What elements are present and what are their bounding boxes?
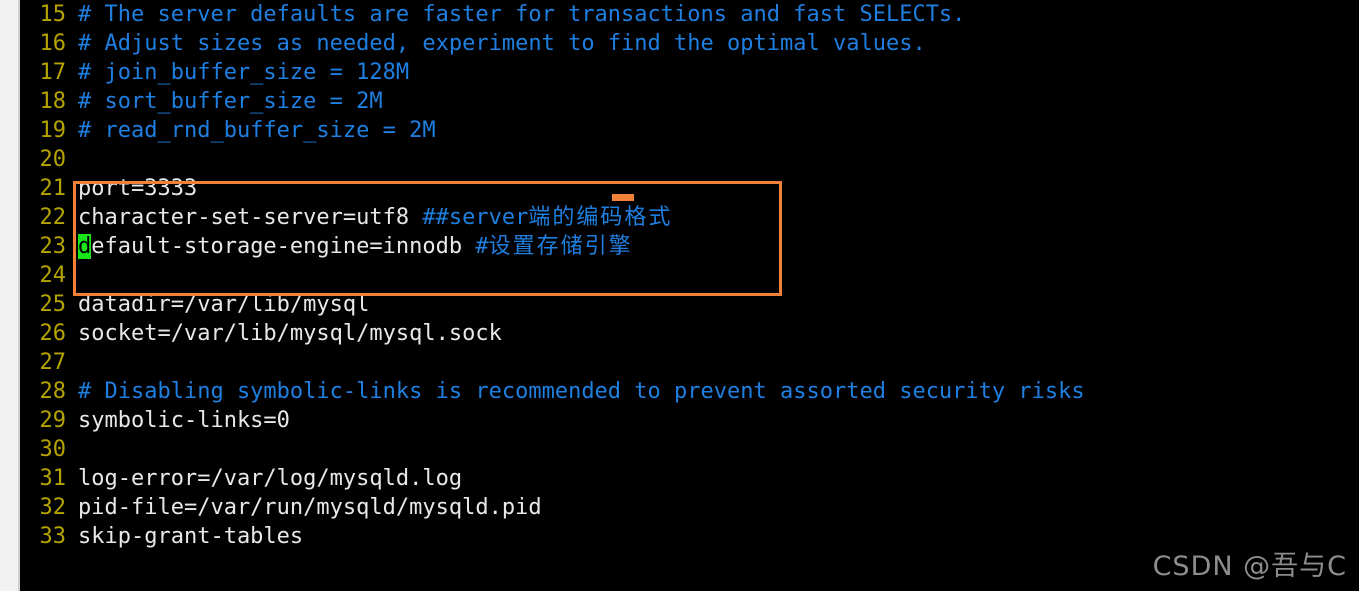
line-number: 18 [39, 89, 67, 114]
line-content: # The server defaults are faster for tra… [66, 0, 965, 29]
editor-line[interactable]: 21 port=3333 [20, 174, 1359, 203]
line-number: 16 [39, 31, 67, 56]
terminal-screen: 14# Remove leading # to set options main… [0, 0, 1359, 591]
code-segment: # sort_buffer_size = 2M [78, 89, 383, 114]
line-number: 32 [39, 495, 67, 520]
editor-line[interactable]: 23 default-storage-engine=innodb #设置存储引擎 [20, 232, 1359, 261]
code-segment: # join_buffer_size = 128M [78, 60, 410, 85]
line-number: 30 [39, 437, 67, 462]
editor-line[interactable]: 31 log-error=/var/log/mysqld.log [20, 464, 1359, 493]
line-number: 28 [39, 379, 67, 404]
code-segment: ##server [422, 205, 529, 230]
code-segment: 设置存储引擎 [488, 234, 633, 259]
line-content: pid-file=/var/run/mysqld/mysqld.pid [66, 493, 542, 522]
code-segment: pid-file=/var/run/mysqld/mysqld.pid [78, 495, 542, 520]
editor-line[interactable]: 22 character-set-server=utf8 ##server端的编码… [20, 203, 1359, 232]
line-number: 19 [39, 118, 67, 143]
line-content: symbolic-links=0 [66, 406, 290, 435]
window-left-edge-strip [0, 0, 18, 591]
line-number: 20 [39, 147, 67, 172]
code-segment: symbolic-links=0 [78, 408, 290, 433]
code-segment: # The server defaults are faster for tra… [78, 2, 966, 27]
line-number: 31 [39, 466, 67, 491]
line-number: 27 [39, 350, 67, 375]
editor-line[interactable]: 25 datadir=/var/lib/mysql [20, 290, 1359, 319]
line-number: 24 [39, 263, 67, 288]
line-number: 33 [39, 524, 67, 549]
line-number: 25 [39, 292, 67, 317]
editor-line[interactable]: 30 [20, 435, 1359, 464]
line-number: 21 [39, 176, 67, 201]
editor-line[interactable]: 20 [20, 145, 1359, 174]
line-content: skip-grant-tables [66, 522, 303, 551]
line-content: character-set-server=utf8 ##server端的编码格式 [66, 203, 672, 232]
editor-line[interactable]: 28 # Disabling symbolic-links is recommen… [20, 377, 1359, 406]
line-content: default-storage-engine=innodb #设置存储引擎 [66, 232, 633, 261]
editor-line[interactable]: 16 # Adjust sizes as needed, experiment t… [20, 29, 1359, 58]
line-number: 29 [39, 408, 67, 433]
editor-line[interactable]: 24 [20, 261, 1359, 290]
text-cursor-block: d [78, 234, 92, 259]
line-content: # join_buffer_size = 128M [66, 58, 409, 87]
line-number: 26 [39, 321, 67, 346]
code-segment: # [475, 234, 489, 259]
code-segment: # Adjust sizes as needed, experiment to … [78, 31, 926, 56]
code-segment: character-set-server=utf8 [78, 205, 423, 230]
editor-line[interactable]: 29 symbolic-links=0 [20, 406, 1359, 435]
vim-tilde-marker: ~ [99, 580, 145, 591]
editor-lines[interactable]: 15 # The server defaults are faster for t… [20, 0, 1359, 551]
editor-line[interactable]: 32 pid-file=/var/run/mysqld/mysqld.pid [20, 493, 1359, 522]
line-number: 22 [39, 205, 67, 230]
vim-editor-pane[interactable]: 14# Remove leading # to set options main… [20, 0, 1359, 591]
csdn-watermark: CSDN @吾与C [1152, 551, 1347, 582]
line-content: log-error=/var/log/mysqld.log [66, 464, 462, 493]
code-segment: efault-storage-engine=innodb [91, 234, 476, 259]
line-content: # read_rnd_buffer_size = 2M [66, 116, 436, 145]
editor-line[interactable]: 27 [20, 348, 1359, 377]
editor-line[interactable]: 26 socket=/var/lib/mysql/mysql.sock [20, 319, 1359, 348]
line-content: # sort_buffer_size = 2M [66, 87, 383, 116]
editor-line[interactable]: 15 # The server defaults are faster for t… [20, 0, 1359, 29]
code-segment: port=3333 [78, 176, 198, 201]
annotation-dash-mark [612, 194, 634, 201]
line-content: # Adjust sizes as needed, experiment to … [66, 29, 926, 58]
code-segment: log-error=/var/log/mysqld.log [78, 466, 463, 491]
code-segment: # read_rnd_buffer_size = 2M [78, 118, 436, 143]
line-content: datadir=/var/lib/mysql [66, 290, 369, 319]
line-number: 15 [39, 2, 67, 27]
line-content: port=3333 [66, 174, 197, 203]
code-segment: skip-grant-tables [78, 524, 304, 549]
line-content: socket=/var/lib/mysql/mysql.sock [66, 319, 502, 348]
code-segment: socket=/var/lib/mysql/mysql.sock [78, 321, 502, 346]
code-segment: 端的编码格式 [528, 205, 673, 230]
line-content: # Disabling symbolic-links is recommende… [66, 377, 1085, 406]
editor-line[interactable]: 17 # join_buffer_size = 128M [20, 58, 1359, 87]
editor-line[interactable]: 19 # read_rnd_buffer_size = 2M [20, 116, 1359, 145]
line-number: 17 [39, 60, 67, 85]
window-edge-divider [18, 0, 20, 591]
code-segment: datadir=/var/lib/mysql [78, 292, 370, 317]
line-number: 23 [39, 234, 67, 259]
editor-line[interactable]: 18 # sort_buffer_size = 2M [20, 87, 1359, 116]
code-segment: # Disabling symbolic-links is recommende… [78, 379, 1085, 404]
